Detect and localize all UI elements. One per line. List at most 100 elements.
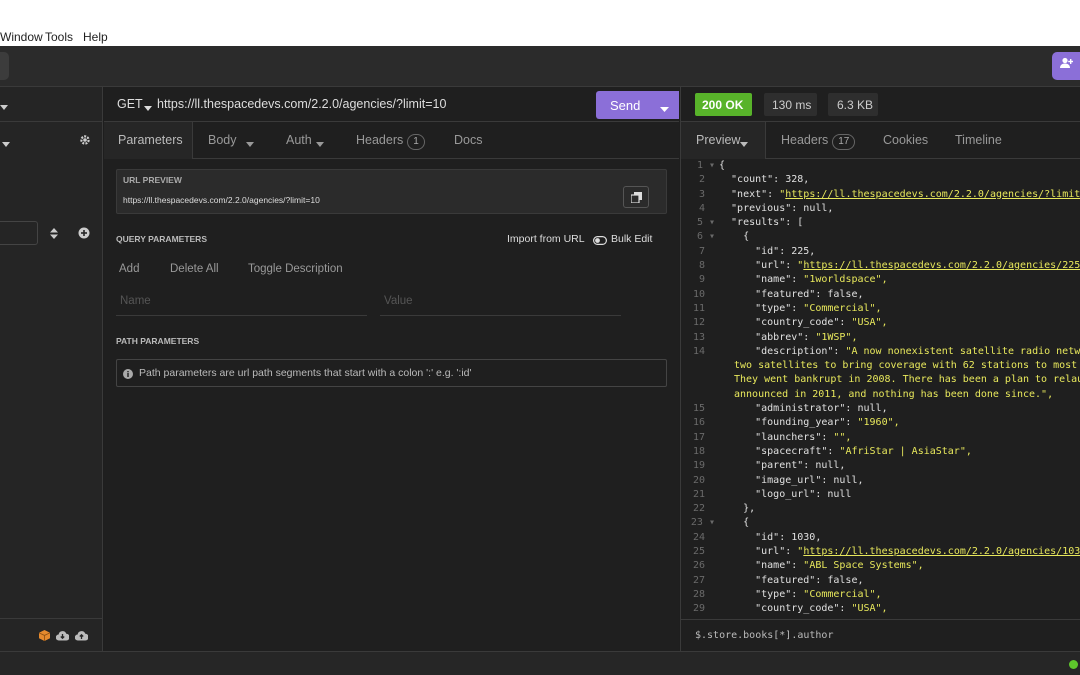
code-line: They went bankrupt in 2008. There has be… xyxy=(734,374,1080,386)
code-line: 13 "abbrev": "1WSP", xyxy=(681,331,1080,345)
preview-chevron-icon[interactable] xyxy=(740,137,748,151)
line-number: 23 ▾ xyxy=(690,517,715,529)
line-number: 28 xyxy=(692,588,705,600)
code-line: 20 "image_url": null, xyxy=(681,474,1080,488)
line-number: 10 xyxy=(692,288,705,300)
body-chevron-icon[interactable] xyxy=(246,137,254,151)
bulk-edit-link[interactable]: Bulk Edit xyxy=(611,233,652,245)
code-line: 21 "logo_url": null xyxy=(681,488,1080,502)
menu-tools[interactable]: Tools xyxy=(45,30,73,44)
sort-icon[interactable] xyxy=(50,228,58,242)
line-number: 16 xyxy=(692,417,705,429)
url-preview-value: https://ll.thespacedevs.com/2.2.0/agenci… xyxy=(123,195,320,205)
response-headers-count-badge: 17 xyxy=(832,134,856,150)
copy-button[interactable] xyxy=(623,186,649,208)
line-number: 15 xyxy=(692,403,705,415)
tab-preview[interactable]: Preview xyxy=(696,122,740,158)
request-tabs: Parameters Body Auth Headers 1 Docs xyxy=(104,122,679,159)
code-line: 17 "launchers": "", xyxy=(681,431,1080,445)
status-text: 200 OK xyxy=(702,98,744,112)
toggle-icon[interactable] xyxy=(593,234,608,248)
environment-dropdown-chevron-icon[interactable] xyxy=(2,137,10,151)
menu-window[interactable]: Window xyxy=(0,30,43,44)
cloud-download-icon[interactable] xyxy=(55,630,70,644)
tab-cookies[interactable]: Cookies xyxy=(883,122,928,158)
url-bar: GET https://ll.thespacedevs.com/2.2.0/ag… xyxy=(104,87,679,122)
box-icon[interactable] xyxy=(38,630,51,644)
code-line: 25 "url": "https://ll.thespacedevs.com/2… xyxy=(681,545,1080,559)
time-badge: 130 ms xyxy=(764,93,817,116)
tab-headers[interactable]: Headers 1 xyxy=(356,122,425,158)
sidebar xyxy=(0,87,103,651)
tab-headers-label: Headers xyxy=(356,133,404,147)
code-line: 27 "featured": false, xyxy=(681,574,1080,588)
line-number: 17 xyxy=(692,431,705,443)
code-line: 3 "next": "https://ll.thespacedevs.com/2… xyxy=(681,188,1080,202)
status-bar xyxy=(0,651,1080,675)
tab-auth[interactable]: Auth xyxy=(286,122,312,158)
param-name-placeholder: Name xyxy=(120,295,151,307)
line-number: 24 xyxy=(692,531,705,543)
code-line: 22 }, xyxy=(681,502,1080,516)
code-line: 8 "url": "https://ll.thespacedevs.com/2.… xyxy=(681,259,1080,273)
method-select[interactable]: GET xyxy=(117,97,143,111)
request-pane: GET https://ll.thespacedevs.com/2.2.0/ag… xyxy=(104,87,679,651)
add-circle-icon[interactable] xyxy=(78,227,90,242)
menu-help[interactable]: Help xyxy=(83,30,108,44)
code-line: 4 "previous": null, xyxy=(681,202,1080,216)
response-filter-input[interactable]: $.store.books[*].author xyxy=(695,630,833,641)
code-line: 14 "description": "A now nonexistent sat… xyxy=(681,345,1080,359)
code-line: 29 "country_code": "USA", xyxy=(681,602,1080,616)
send-label: Send xyxy=(610,98,641,113)
tab-response-headers[interactable]: Headers 17 xyxy=(781,122,856,158)
workspace-dropdown-chevron-icon[interactable] xyxy=(0,100,8,114)
cloud-upload-icon[interactable] xyxy=(74,630,89,644)
line-number: 1 ▾ xyxy=(696,160,715,171)
code-line: announced in 2011, and nothing has been … xyxy=(734,388,1054,400)
response-pane: 200 OK 130 ms 6.3 KB Preview Headers 17 C… xyxy=(680,87,1080,651)
size-badge: 6.3 KB xyxy=(828,93,878,116)
line-number: 25 xyxy=(692,546,705,558)
path-parameters-info: Path parameters are url path segments th… xyxy=(116,359,667,387)
delete-all-button[interactable]: Delete All xyxy=(170,263,219,275)
add-button[interactable]: Add xyxy=(119,263,139,275)
url-input[interactable]: https://ll.thespacedevs.com/2.2.0/agenci… xyxy=(157,97,446,111)
tab-parameters[interactable]: Parameters xyxy=(118,122,183,158)
path-parameters-heading: PATH PARAMETERS xyxy=(116,336,200,346)
code-line: 2 "count": 328, xyxy=(681,173,1080,187)
url-preview-box: URL PREVIEW https://ll.thespacedevs.com/… xyxy=(116,169,667,214)
status-badge: 200 OK xyxy=(695,93,752,116)
connection-status-dot xyxy=(1069,660,1078,669)
send-button[interactable]: Send xyxy=(596,91,679,119)
line-number: 4 xyxy=(698,202,705,214)
invite-user-button[interactable] xyxy=(1052,52,1080,80)
line-number: 19 xyxy=(692,460,705,472)
line-number: 7 xyxy=(698,245,705,257)
code-line: 23 ▾ { xyxy=(681,516,1080,530)
line-number: 6 ▾ xyxy=(696,231,715,243)
param-name-field[interactable]: Name xyxy=(116,287,367,316)
code-line: 10 "featured": false, xyxy=(681,288,1080,302)
filter-input[interactable] xyxy=(0,221,38,245)
tab-body[interactable]: Body xyxy=(208,122,237,158)
import-from-url-link[interactable]: Import from URL xyxy=(507,233,585,245)
time-text: 130 ms xyxy=(772,98,812,112)
param-value-placeholder: Value xyxy=(384,295,413,307)
tab-docs[interactable]: Docs xyxy=(454,122,482,158)
top-bar xyxy=(0,46,1080,87)
info-icon xyxy=(123,368,133,382)
query-parameters-heading: QUERY PARAMETERS xyxy=(116,234,207,244)
auth-chevron-icon[interactable] xyxy=(316,137,324,151)
collection-selector-button[interactable] xyxy=(0,52,9,80)
line-number: 13 xyxy=(692,331,705,343)
param-value-field[interactable]: Value xyxy=(380,287,621,316)
tab-timeline[interactable]: Timeline xyxy=(955,122,1002,158)
toggle-description-button[interactable]: Toggle Description xyxy=(248,263,343,275)
response-json-viewer[interactable]: 1 ▾{2 "count": 328, 3 "next": "https://ll… xyxy=(681,159,1080,619)
method-chevron-icon[interactable] xyxy=(144,101,152,115)
code-line: 26 "name": "ABL Space Systems", xyxy=(681,559,1080,573)
code-line: 6 ▾ { xyxy=(681,230,1080,244)
gear-icon[interactable] xyxy=(79,134,91,149)
line-number: 29 xyxy=(692,603,705,615)
chevron-down-icon[interactable] xyxy=(660,102,669,116)
